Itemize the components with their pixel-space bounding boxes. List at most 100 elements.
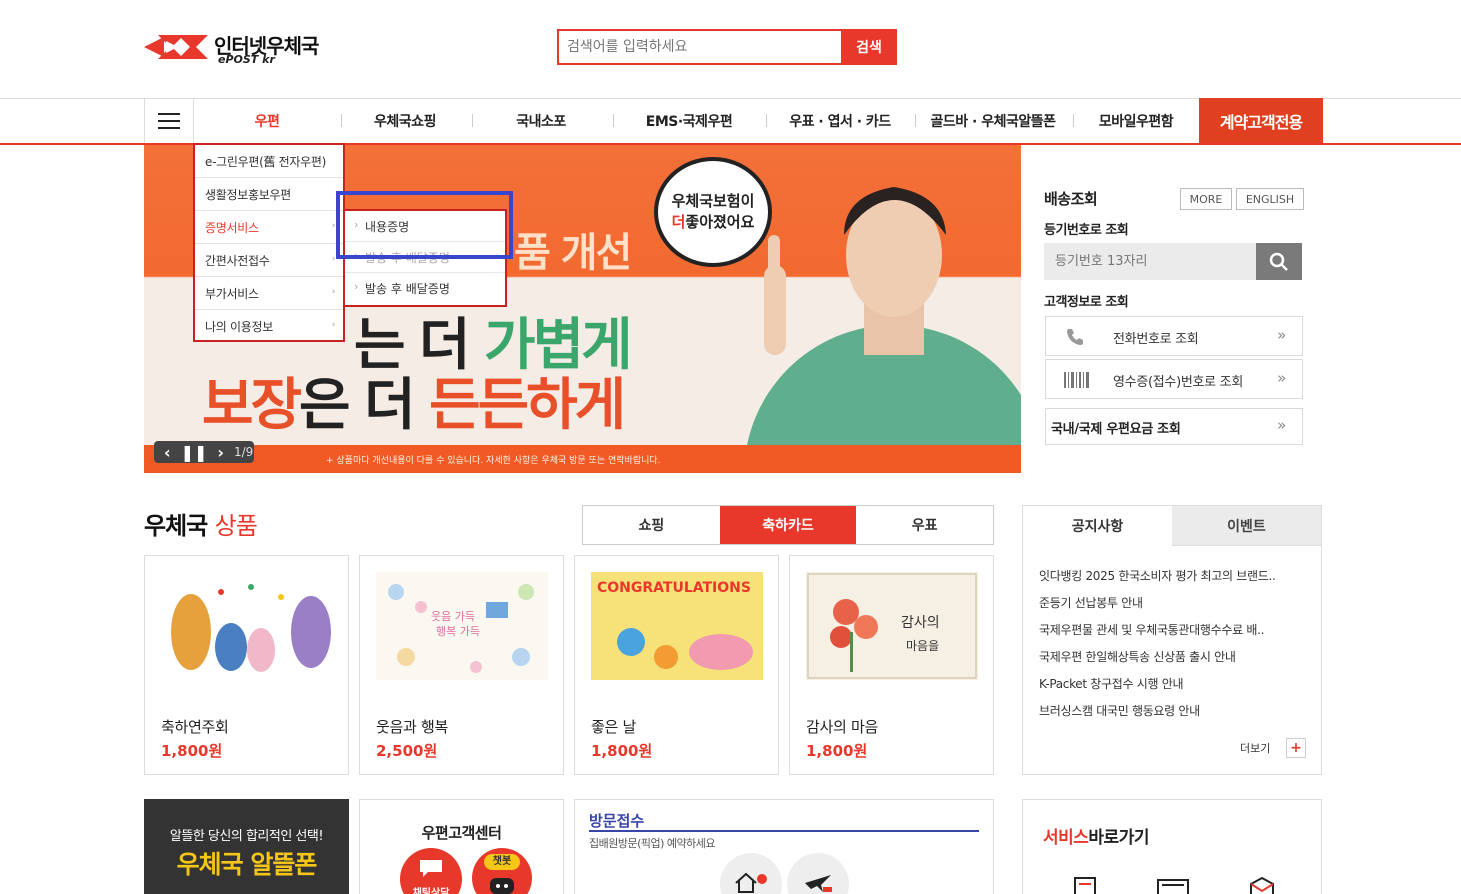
gnb-item-goldbar[interactable]: 골드바 · 우체국알뜰폰 [916, 98, 1070, 143]
tracking-search [1044, 243, 1302, 280]
dropdown-item-label: 간편사전접수 [205, 253, 270, 268]
chat-consult-button[interactable]: 채팅상담 [400, 848, 462, 894]
product-card[interactable]: 축하연주회 1,800원 [144, 555, 349, 775]
tab-greeting-card[interactable]: 축하카드 [719, 506, 857, 544]
search-input[interactable] [559, 31, 841, 63]
notice-panel: 공지사항 이벤트 잇다뱅킹 2025 한국소비자 평가 최고의 브랜드.. 준등… [1022, 505, 1322, 775]
dropdown-item-my-usage[interactable]: 나의 이용정보 › [195, 310, 343, 343]
calculator-icon[interactable] [1156, 876, 1190, 894]
visit-pickup-title: 방문접수 [589, 812, 645, 830]
product-price: 1,800원 [806, 742, 868, 760]
tab-stamp[interactable]: 우표 [856, 506, 993, 544]
banner-controls: ‹ ❚❚ › 1/9 [154, 441, 254, 463]
customer-center-box: 우편고객센터 채팅상담 챗봇 [359, 799, 564, 894]
banner-line2-em: 든든하게 [429, 373, 626, 438]
reg-lookup-title: 등기번호로 조회 [1044, 223, 1129, 238]
pause-icon[interactable]: ❚❚ [181, 443, 208, 462]
plane-pickup-icon [787, 853, 849, 894]
bubble-line2-text: 좋아졌어요 [685, 213, 755, 231]
notice-item[interactable]: 잇다뱅킹 2025 한국소비자 평가 최고의 브랜드.. [1039, 567, 1276, 594]
dropdown-item-label: 부가서비스 [205, 286, 259, 301]
menu-icon[interactable] [144, 98, 194, 143]
rate-lookup-label: 국내/국제 우편요금 조회 [1051, 422, 1181, 437]
mvno-banner-line1: 알뜰한 당신의 합리적인 선택! [169, 829, 324, 844]
notice-item[interactable]: 준등기 선납봉투 안내 [1039, 594, 1276, 621]
robot-icon [490, 878, 514, 894]
gnb-item-mobile[interactable]: 모바일우편함 [1074, 98, 1198, 143]
dropdown-item-label: 증명서비스 [205, 220, 259, 235]
gnb-item-stamps[interactable]: 우표 · 엽서 · 카드 [767, 98, 913, 143]
receipt-lookup-button[interactable]: 영수증(접수)번호로 조회 » [1045, 359, 1303, 399]
banner-line2-prefix: 보장 [202, 373, 302, 438]
phone-icon [1067, 329, 1083, 345]
chevron-right-icon: › [331, 320, 336, 330]
notice-item[interactable]: K-Packet 창구접수 시행 안내 [1039, 675, 1276, 702]
notice-item[interactable]: 국제우편물 관세 및 우체국통관대행수수료 배.. [1039, 621, 1276, 648]
banner-speech-bubble: 우체국보험이 더좋아졌어요 [654, 157, 772, 267]
house-pickup-icon [720, 853, 782, 894]
dropdown-item-label: 나의 이용정보 [205, 320, 273, 334]
product-card[interactable]: 감사의 마음을 감사의 마음 1,800원 [789, 555, 994, 775]
gnb-item-mail[interactable]: 우편 [196, 98, 338, 143]
site-logo[interactable]: 인터넷우체국 ePOST kr [144, 28, 344, 68]
banner-person-image [744, 187, 1021, 473]
dropdown-item-egreen[interactable]: e-그린우편(舊 전자우편) [195, 145, 343, 178]
dropdown-item-presubmit[interactable]: 간편사전접수 › [195, 244, 343, 277]
double-chevron-icon: » [1277, 369, 1286, 387]
chatbot-button[interactable]: 챗봇 [472, 848, 532, 894]
customer-center-title: 우편고객센터 [421, 824, 502, 842]
product-image: CONGRATULATIONS [591, 572, 763, 680]
chatbot-label: 챗봇 [484, 854, 520, 870]
prev-icon[interactable]: ‹ [164, 443, 171, 462]
product-card[interactable]: 웃음 가득 행복 가득 웃음과 행복 2,500원 [359, 555, 564, 775]
notice-more-link[interactable]: 더보기 [1240, 740, 1270, 756]
tracking-english-button[interactable]: ENGLISH [1236, 188, 1304, 210]
product-tabs: 쇼핑 축하카드 우표 [582, 505, 994, 545]
cust-lookup-title: 고객정보로 조회 [1044, 295, 1129, 310]
dropdown-item-info-mail[interactable]: 생활정보홍보우편 [195, 178, 343, 211]
tracking-more-button[interactable]: MORE [1180, 188, 1232, 210]
submenu-item-delivery-cert-b[interactable]: 발송 후 배달증명 [345, 273, 505, 304]
product-name: 웃음과 행복 [376, 718, 448, 736]
plus-icon[interactable]: + [1286, 738, 1306, 758]
dropdown-item-certificate[interactable]: 증명서비스 › [195, 211, 343, 244]
product-name: 축하연주회 [161, 718, 229, 736]
product-image: 감사의 마음을 [806, 572, 978, 680]
tracking-number-input[interactable] [1044, 243, 1256, 280]
tracking-search-button[interactable] [1256, 243, 1302, 280]
receipt-lookup-label: 영수증(접수)번호로 조회 [1113, 375, 1243, 390]
tab-shopping[interactable]: 쇼핑 [583, 506, 720, 544]
product-card[interactable]: CONGRATULATIONS 좋은 날 1,800원 [574, 555, 779, 775]
service-shortcut-title: 서비스바로가기 [1043, 823, 1149, 848]
notice-item[interactable]: 브러싱스캠 대국민 행동요령 안내 [1039, 702, 1276, 729]
gnb-contract-button[interactable]: 계약고객전용 [1199, 98, 1323, 144]
tab-event[interactable]: 이벤트 [1172, 506, 1321, 546]
product-name: 감사의 마음 [806, 718, 878, 736]
notice-item[interactable]: 국제우편 한일해상특송 신상품 출시 안내 [1039, 648, 1276, 675]
next-icon[interactable]: › [217, 443, 224, 462]
search-box: 검색 [557, 29, 897, 65]
barcode-icon [1064, 372, 1089, 388]
gnb-item-parcel[interactable]: 국내소포 [473, 98, 609, 143]
tab-notice[interactable]: 공지사항 [1023, 506, 1172, 546]
service-shortcut-title-text: 바로가기 [1088, 828, 1149, 848]
dropdown-item-label: 생활정보홍보우편 [205, 187, 291, 202]
search-button[interactable]: 검색 [841, 29, 897, 65]
mvno-banner[interactable]: 알뜰한 당신의 합리적인 선택! 우체국 알뜰폰 [144, 799, 349, 894]
visit-pickup-box[interactable]: 방문접수 집배원방문(픽업) 예약하세요 [574, 799, 994, 894]
phone-lookup-button[interactable]: 전화번호로 조회 » [1045, 316, 1303, 356]
envelope-icon[interactable] [1249, 876, 1275, 894]
banner-line2-mid: 은 더 [299, 373, 430, 438]
chevron-right-icon: › [331, 254, 336, 264]
gnb-item-ems[interactable]: EMS·국제우편 [614, 98, 764, 143]
double-chevron-icon: » [1277, 326, 1286, 344]
rate-lookup-button[interactable]: 국내/국제 우편요금 조회 » [1045, 408, 1303, 445]
svg-text:웃음 가득: 웃음 가득 [431, 610, 475, 623]
gnb-item-shopping[interactable]: 우체국쇼핑 [342, 98, 468, 143]
dropdown-item-label: e-그린우편(舊 전자우편) [205, 154, 327, 169]
dropdown-item-addon[interactable]: 부가서비스 › [195, 277, 343, 310]
svg-text:행복 가득: 행복 가득 [436, 625, 480, 638]
bubble-em: 더 [671, 213, 686, 231]
products-title: 우체국 상품 [144, 506, 258, 541]
document-icon[interactable] [1073, 876, 1097, 894]
